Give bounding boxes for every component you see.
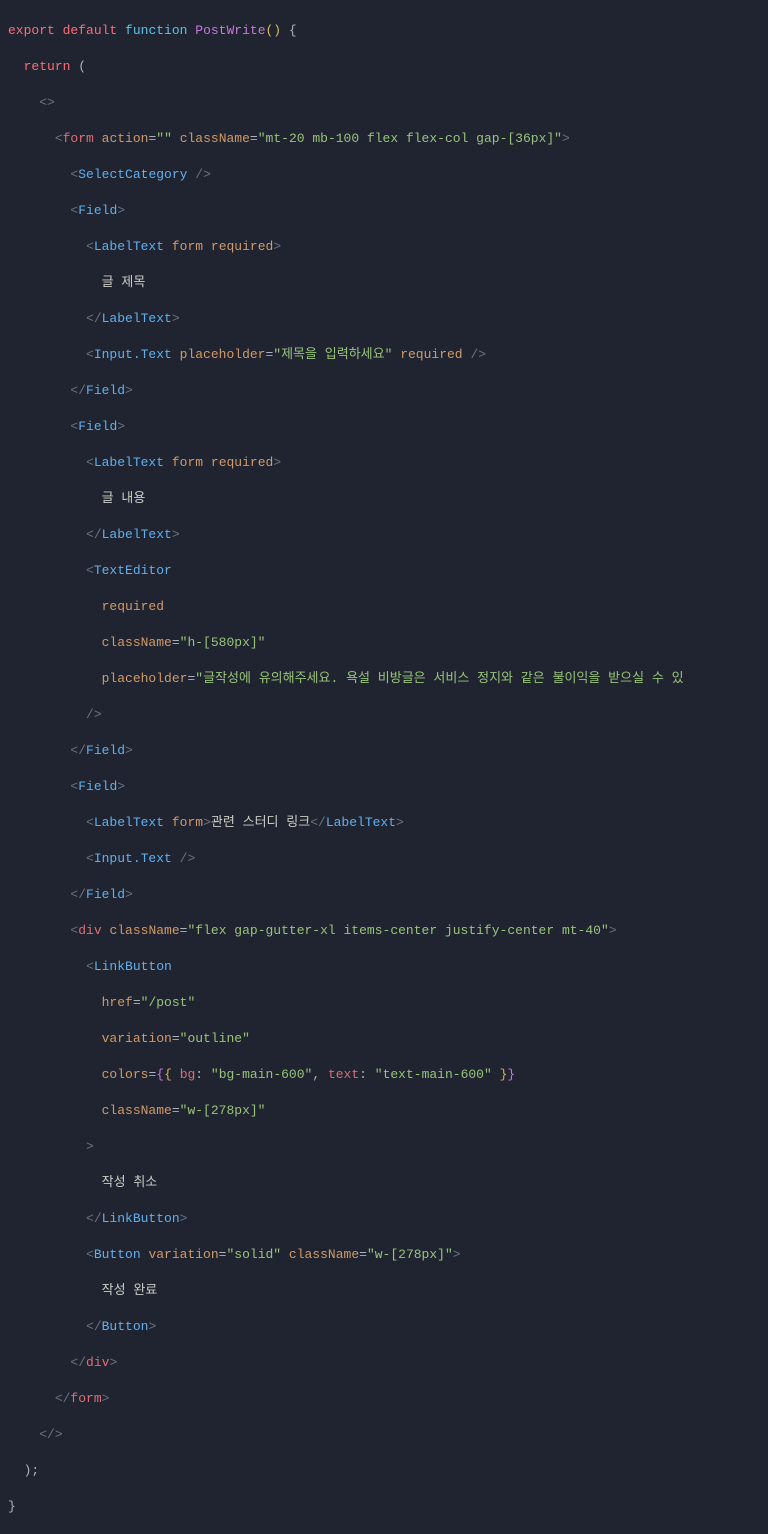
code-line: <Field> [8, 778, 768, 796]
code-line: className="w-[278px]" [8, 1102, 768, 1120]
code-editor-content[interactable]: export default function PostWrite() { re… [0, 4, 768, 1534]
code-line: 작성 완료 [8, 1282, 768, 1300]
code-line: <TextEditor [8, 562, 768, 580]
code-line: ); [8, 1462, 768, 1480]
code-line: <LabelText form required> [8, 238, 768, 256]
code-line: <Button variation="solid" className="w-[… [8, 1246, 768, 1264]
code-line: variation="outline" [8, 1030, 768, 1048]
code-line: </Button> [8, 1318, 768, 1336]
code-line: colors={{ bg: "bg-main-600", text: "text… [8, 1066, 768, 1084]
code-line: </LabelText> [8, 310, 768, 328]
code-line: </LinkButton> [8, 1210, 768, 1228]
code-line: </Field> [8, 382, 768, 400]
code-line: </div> [8, 1354, 768, 1372]
code-line: <div className="flex gap-gutter-xl items… [8, 922, 768, 940]
code-line: <LinkButton [8, 958, 768, 976]
code-line: </form> [8, 1390, 768, 1408]
code-line: /> [8, 706, 768, 724]
code-line: <form action="" className="mt-20 mb-100 … [8, 130, 768, 148]
code-line: placeholder="글작성에 유의해주세요. 욕설 비방글은 서비스 정지… [8, 670, 768, 688]
code-line: > [8, 1138, 768, 1156]
code-line: export default function PostWrite() { [8, 22, 768, 40]
code-line: <LabelText form>관련 스터디 링크</LabelText> [8, 814, 768, 832]
code-line: </LabelText> [8, 526, 768, 544]
code-line: } [8, 1498, 768, 1516]
code-line: </Field> [8, 886, 768, 904]
code-line: <LabelText form required> [8, 454, 768, 472]
code-line: <> [8, 94, 768, 112]
code-line: <Input.Text /> [8, 850, 768, 868]
code-line: className="h-[580px]" [8, 634, 768, 652]
code-line: required [8, 598, 768, 616]
code-line: href="/post" [8, 994, 768, 1012]
code-line: <Field> [8, 418, 768, 436]
code-line: 작성 취소 [8, 1174, 768, 1192]
code-line: <Input.Text placeholder="제목을 입력하세요" requ… [8, 346, 768, 364]
code-line: </> [8, 1426, 768, 1444]
code-line: return ( [8, 58, 768, 76]
code-line: 글 내용 [8, 490, 768, 508]
code-line: 글 제목 [8, 274, 768, 292]
code-line: <SelectCategory /> [8, 166, 768, 184]
code-line: <Field> [8, 202, 768, 220]
code-line: </Field> [8, 742, 768, 760]
